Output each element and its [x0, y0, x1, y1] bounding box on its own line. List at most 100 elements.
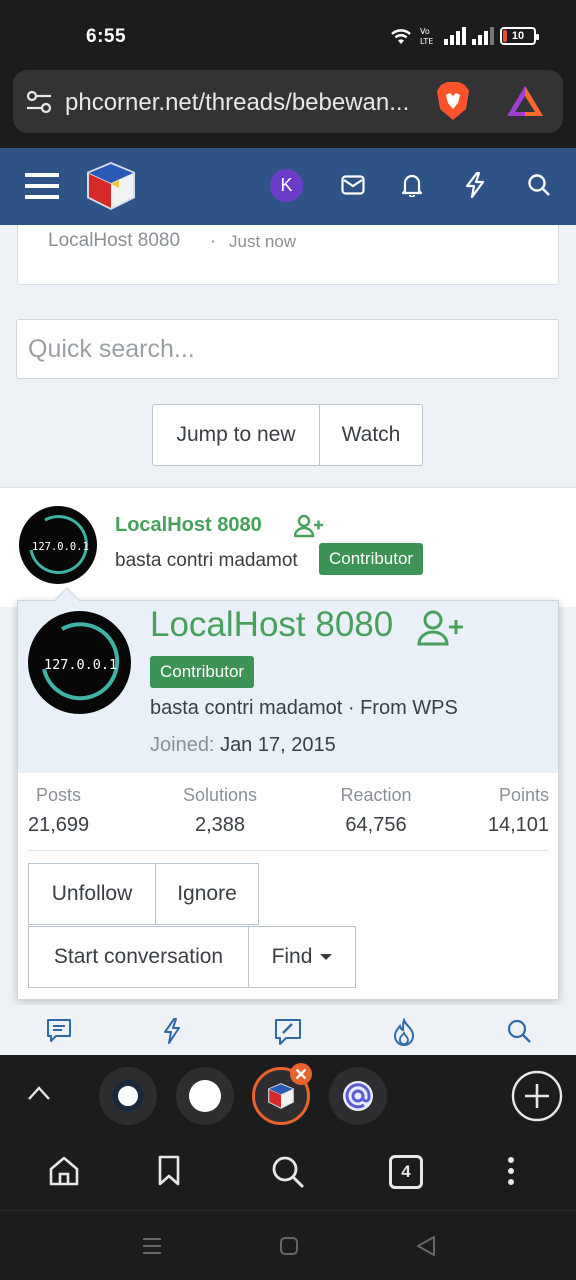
find-dropdown-button[interactable]: Find — [248, 926, 356, 988]
tab-thumbnail-1[interactable] — [99, 1067, 157, 1125]
signal-2-icon — [472, 27, 494, 45]
previous-post-username[interactable]: LocalHost 8080 — [48, 230, 180, 252]
follow-user-icon[interactable] — [294, 514, 324, 538]
site-footer-nav — [0, 1005, 576, 1055]
status-icons: Vo LTE 10 — [388, 26, 539, 46]
brave-rewards-icon[interactable] — [506, 84, 544, 118]
battery-level: 10 — [511, 30, 525, 42]
stats-divider — [28, 850, 549, 851]
url-text[interactable]: phcorner.net/threads/bebewan... — [65, 89, 425, 117]
jump-to-new-button[interactable]: Jump to new — [152, 404, 320, 466]
post-username[interactable]: LocalHost 8080 — [115, 514, 262, 537]
tab-favicon-icon — [189, 1080, 221, 1112]
menu-icon[interactable] — [25, 172, 59, 200]
member-tooltip-card: 127.0.0.1 LocalHost 8080 Contributor bas… — [17, 587, 559, 1000]
home-icon[interactable] — [48, 1155, 80, 1187]
page-content: LocalHost 8080 · Just now Quick search..… — [0, 225, 576, 1055]
trending-fire-icon[interactable] — [392, 1018, 416, 1046]
stat-value: 21,699 — [28, 814, 90, 836]
stat-label: Solutions — [182, 785, 258, 805]
member-avatar[interactable]: 127.0.0.1 — [28, 611, 131, 714]
url-bar[interactable]: phcorner.net/threads/bebewan... — [13, 70, 563, 133]
tab-thumbnail-2[interactable] — [176, 1067, 234, 1125]
ignore-button[interactable]: Ignore — [155, 863, 259, 925]
at-sign-favicon-icon — [343, 1081, 373, 1111]
home-square-icon[interactable] — [279, 1236, 299, 1256]
bolt-icon[interactable] — [464, 172, 486, 198]
brave-shield-icon[interactable] — [435, 81, 471, 121]
volte-icon: Vo LTE — [420, 27, 433, 46]
stat-points[interactable]: Points 14,101 — [488, 785, 549, 837]
avatar-ring-icon: 127.0.0.1 — [29, 515, 89, 575]
separator-dot: · — [210, 231, 217, 252]
member-card-header: 127.0.0.1 LocalHost 8080 Contributor bas… — [18, 601, 558, 773]
stat-label: Reaction — [340, 785, 412, 805]
avatar-text: 127.0.0.1 — [32, 541, 89, 553]
browser-search-icon[interactable] — [271, 1155, 305, 1189]
stat-label: Posts — [36, 785, 82, 805]
member-stats: Posts 21,699 Solutions 2,388 Reaction 64… — [18, 785, 558, 845]
close-tab-icon[interactable] — [290, 1063, 312, 1085]
member-title-line: basta contri madamot · From WPS — [150, 697, 458, 719]
joined-label: Joined: — [150, 734, 215, 756]
stat-value: 64,756 — [345, 814, 407, 836]
member-username[interactable]: LocalHost 8080 — [150, 605, 393, 645]
member-avatar-ring-icon: 127.0.0.1 — [42, 622, 120, 701]
thread-action-buttons: Jump to new Watch — [152, 404, 423, 466]
start-conversation-button[interactable]: Start conversation — [28, 926, 249, 988]
stat-label: Points — [498, 785, 549, 805]
inbox-icon[interactable] — [341, 175, 365, 195]
post-contributor-badge: Contributor — [319, 543, 424, 575]
recent-apps-icon[interactable] — [142, 1236, 162, 1256]
caret-down-icon — [320, 954, 333, 960]
browser-bottom-bar: 4 — [0, 1140, 576, 1210]
stat-value: 14,101 — [487, 814, 549, 836]
status-bar: 6:55 Vo LTE 10 — [0, 0, 576, 70]
user-avatar[interactable]: K — [270, 169, 303, 202]
previous-post-time[interactable]: Just now — [229, 232, 296, 252]
chevron-up-icon[interactable] — [27, 1085, 51, 1101]
stat-value: 2,388 — [194, 814, 246, 836]
new-post-icon[interactable] — [274, 1018, 302, 1046]
tab-thumbnail-4[interactable] — [329, 1067, 387, 1125]
browser-toolbar: phcorner.net/threads/bebewan... — [0, 70, 576, 148]
footer-search-icon[interactable] — [506, 1018, 532, 1044]
stat-solutions[interactable]: Solutions 2,388 — [172, 785, 268, 837]
status-time: 6:55 — [86, 26, 127, 47]
watch-button[interactable]: Watch — [320, 404, 423, 466]
wifi-icon — [391, 29, 411, 44]
member-avatar-text: 127.0.0.1 — [44, 657, 117, 673]
phcorner-tab-favicon-icon — [268, 1083, 294, 1109]
tab-favicon-icon — [112, 1080, 144, 1112]
post-avatar[interactable]: 127.0.0.1 — [19, 506, 97, 584]
back-triangle-icon[interactable] — [416, 1235, 436, 1257]
stat-reaction[interactable]: Reaction 64,756 — [328, 785, 424, 837]
battery-icon: 10 — [500, 27, 539, 45]
quick-search-input[interactable]: Quick search... — [16, 319, 559, 379]
system-navigation-bar — [0, 1210, 576, 1280]
svg-text:Vo: Vo — [420, 27, 430, 36]
signal-icon — [444, 27, 466, 45]
unfollow-button[interactable]: Unfollow — [28, 863, 156, 925]
tab-count-button[interactable]: 4 — [389, 1155, 423, 1189]
post-header: 127.0.0.1 LocalHost 8080 basta contri ma… — [0, 487, 576, 607]
post-user-title: basta contri madamot — [115, 550, 298, 571]
member-joined: Joined: Jan 17, 2015 — [150, 734, 336, 757]
member-follow-icon[interactable] — [417, 609, 465, 647]
stat-posts[interactable]: Posts 21,699 — [28, 785, 89, 837]
search-icon[interactable] — [527, 173, 551, 197]
bell-icon[interactable] — [401, 173, 423, 197]
site-header: K — [0, 148, 576, 225]
bookmark-icon[interactable] — [157, 1155, 181, 1187]
forums-icon[interactable] — [46, 1018, 72, 1044]
member-contributor-badge: Contributor — [150, 656, 255, 688]
joined-date: Jan 17, 2015 — [220, 734, 336, 756]
whats-new-bolt-icon[interactable] — [162, 1018, 182, 1044]
more-menu-icon[interactable] — [506, 1155, 516, 1187]
previous-post-card: LocalHost 8080 · Just now — [17, 225, 559, 285]
browser-tab-strip — [0, 1055, 576, 1140]
site-settings-icon[interactable] — [26, 90, 52, 114]
phcorner-logo-icon[interactable] — [83, 158, 139, 214]
svg-text:LTE: LTE — [420, 37, 433, 46]
new-tab-plus-icon[interactable] — [511, 1070, 563, 1122]
